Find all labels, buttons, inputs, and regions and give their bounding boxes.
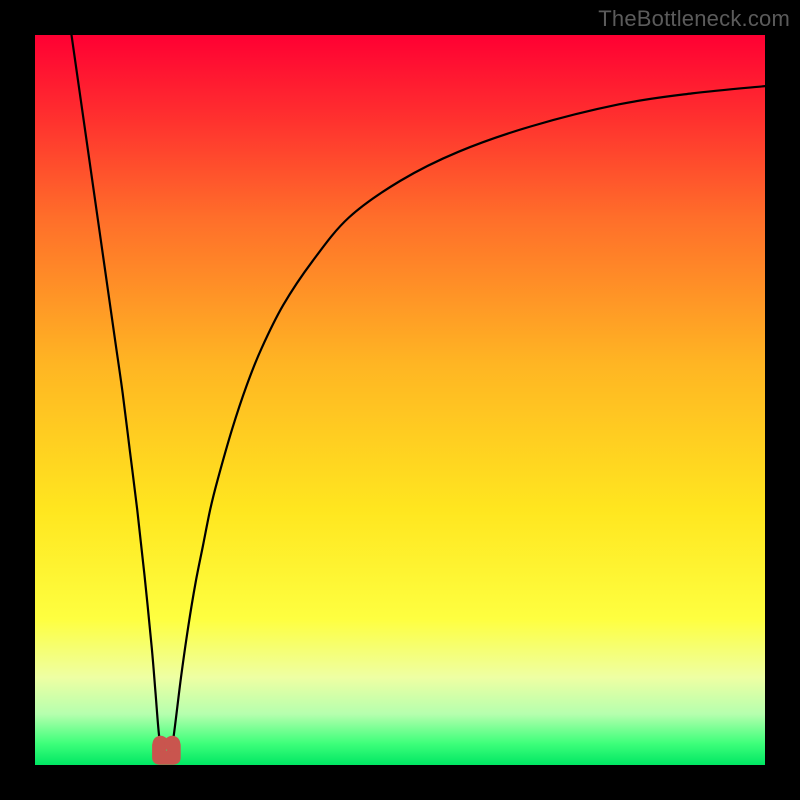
plot-area xyxy=(35,35,765,765)
optimal-point-right xyxy=(164,736,180,752)
bottleneck-chart xyxy=(35,35,765,765)
gradient-background xyxy=(35,35,765,765)
watermark-text: TheBottleneck.com xyxy=(598,6,790,32)
chart-frame: TheBottleneck.com xyxy=(0,0,800,800)
